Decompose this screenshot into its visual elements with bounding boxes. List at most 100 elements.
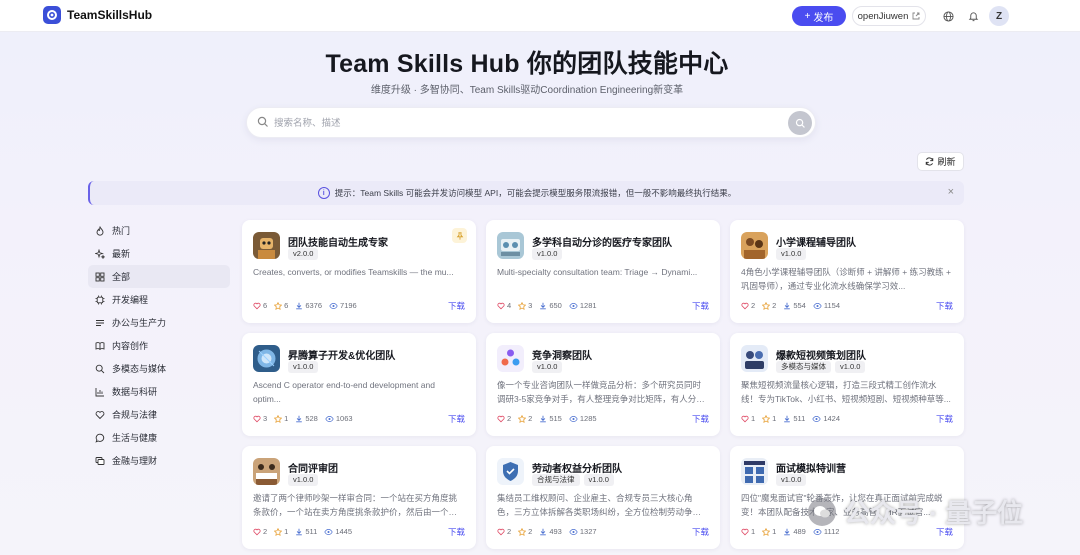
card-description: 像一个专业咨询团队一样做竞品分析：多个研究员同时调研3-5家竞争对手，有人整理竞…: [497, 380, 702, 404]
download-button[interactable]: 下载: [936, 300, 953, 312]
publish-label: 发布: [813, 12, 834, 24]
search-input[interactable]: [274, 115, 774, 131]
view-count: 7196: [329, 301, 357, 310]
download-button[interactable]: 下载: [936, 413, 953, 425]
download-count-value: 554: [793, 301, 806, 310]
like-count[interactable]: 3: [253, 414, 267, 423]
sidebar-item-life[interactable]: 生活与健康: [88, 426, 230, 449]
skill-card[interactable]: 爆款短视频策划团队 多模态与媒体 v1.0.0 聚焦短视频流量核心逻辑，打造三段式…: [730, 333, 964, 436]
card-tags: v2.0.0: [288, 248, 319, 260]
top-bar: TeamSkillsHub + 发布 openJiuwen Z: [0, 0, 1080, 32]
refresh-button[interactable]: 刷新: [917, 152, 964, 171]
download-count-value: 528: [305, 414, 318, 423]
skill-card[interactable]: 团队技能自动生成专家 v2.0.0 Creates, converts, or …: [242, 220, 476, 323]
card-title[interactable]: 昇腾算子开发&优化团队: [288, 347, 395, 362]
star-count[interactable]: 2: [762, 301, 776, 310]
card-title[interactable]: 爆款短视频策划团队: [776, 347, 866, 362]
refresh-icon: [926, 157, 934, 166]
download-button[interactable]: 下载: [692, 300, 709, 312]
sidebar-item-latest[interactable]: 最新: [88, 242, 230, 265]
avatar[interactable]: Z: [989, 6, 1009, 26]
sidebar-item-finance[interactable]: 金融与理财: [88, 449, 230, 472]
like-count[interactable]: 1: [741, 527, 755, 536]
like-count[interactable]: 2: [497, 527, 511, 536]
star-icon: [518, 414, 527, 423]
download-button[interactable]: 下载: [448, 300, 465, 312]
star-count[interactable]: 1: [762, 527, 776, 536]
like-count[interactable]: 2: [741, 301, 755, 310]
sidebar-item-label: 生活与健康: [112, 433, 158, 443]
like-count[interactable]: 2: [253, 527, 267, 536]
sidebar-item-media[interactable]: 多模态与媒体: [88, 357, 230, 380]
download-button[interactable]: 下载: [692, 526, 709, 538]
download-count: 554: [783, 301, 806, 310]
view-count-value: 1281: [579, 301, 597, 310]
card-title[interactable]: 竞争洞察团队: [532, 347, 592, 362]
sidebar-item-label: 开发编程: [112, 295, 149, 305]
card-title[interactable]: 劳动者权益分析团队: [532, 460, 622, 475]
card-title[interactable]: 多学科自动分诊的医疗专家团队: [532, 234, 672, 249]
download-icon: [296, 415, 303, 422]
star-count[interactable]: 2: [518, 527, 532, 536]
download-count: 511: [783, 414, 805, 423]
star-count[interactable]: 1: [274, 527, 288, 536]
sidebar-item-data[interactable]: 数据与科研: [88, 380, 230, 403]
like-count-value: 6: [263, 301, 268, 310]
card-title[interactable]: 小学课程辅导团队: [776, 234, 856, 249]
view-count-value: 1063: [335, 414, 353, 423]
sidebar-item-content[interactable]: 内容创作: [88, 334, 230, 357]
github-user-button[interactable]: openJiuwen: [852, 6, 926, 26]
close-icon[interactable]: ×: [948, 186, 954, 198]
sidebar-item-hot[interactable]: 热门: [88, 219, 230, 242]
skill-card[interactable]: 劳动者权益分析团队 合规与法律 v1.0.0 集结员工维权顾问、企业雇主、合规专员…: [486, 446, 720, 549]
username: openJiuwen: [857, 10, 909, 22]
card-tag: v1.0.0: [835, 361, 866, 373]
like-count[interactable]: 4: [497, 301, 511, 310]
sidebar-item-legal[interactable]: 合规与法律: [88, 403, 230, 426]
heart-icon: [497, 415, 505, 422]
publish-button[interactable]: + 发布: [792, 6, 846, 26]
like-count[interactable]: 2: [497, 414, 511, 423]
star-count[interactable]: 6: [274, 301, 288, 310]
download-button[interactable]: 下载: [448, 526, 465, 538]
card-title[interactable]: 面试模拟特训营: [776, 460, 846, 475]
heart-icon: [95, 410, 105, 419]
like-count[interactable]: 1: [741, 414, 755, 423]
sidebar-item-office[interactable]: 办公与生产力: [88, 311, 230, 334]
download-count-value: 6376: [305, 301, 323, 310]
star-count[interactable]: 2: [518, 414, 532, 423]
sidebar-item-label: 数据与科研: [112, 387, 158, 397]
card-tag: v1.0.0: [532, 361, 563, 373]
card-title[interactable]: 合同评审团: [288, 460, 338, 475]
download-button[interactable]: 下载: [692, 413, 709, 425]
search-submit-button[interactable]: [788, 111, 812, 135]
card-title[interactable]: 团队技能自动生成专家: [288, 234, 388, 249]
sidebar-item-label: 最新: [112, 249, 131, 259]
like-count-value: 1: [751, 527, 756, 536]
heart-icon: [741, 302, 749, 309]
skill-card[interactable]: 多学科自动分诊的医疗专家团队 v1.0.0 Multi-specialty co…: [486, 220, 720, 323]
brand-logo[interactable]: TeamSkillsHub: [43, 6, 152, 24]
sidebar-item-dev[interactable]: 开发编程: [88, 288, 230, 311]
download-button[interactable]: 下载: [448, 413, 465, 425]
like-count[interactable]: 6: [253, 301, 267, 310]
like-count-value: 2: [507, 527, 512, 536]
skill-card[interactable]: 合同评审团 v1.0.0 邀请了两个律师吵架一样审合同：一个站在买方角度挑条款价…: [242, 446, 476, 549]
star-count[interactable]: 1: [274, 414, 288, 423]
heart-icon: [741, 415, 749, 422]
heart-icon: [253, 528, 261, 535]
eye-icon: [569, 528, 578, 535]
star-count[interactable]: 1: [762, 414, 776, 423]
view-count: 1154: [813, 301, 840, 310]
language-button[interactable]: [939, 7, 957, 25]
skill-card[interactable]: 小学课程辅导团队 v1.0.0 4角色小学课程辅导团队（诊断师 + 讲解师 + …: [730, 220, 964, 323]
download-icon: [784, 302, 791, 309]
star-count[interactable]: 3: [518, 301, 532, 310]
notification-button[interactable]: [964, 7, 982, 25]
skill-card[interactable]: 竞争洞察团队 v1.0.0 像一个专业咨询团队一样做竞品分析：多个研究员同时调研…: [486, 333, 720, 436]
sidebar-item-all[interactable]: 全部: [88, 265, 230, 288]
card-tag: v2.0.0: [288, 248, 319, 260]
card-stats: 2 2 493 1327: [497, 527, 597, 536]
skill-card[interactable]: 昇腾算子开发&优化团队 v1.0.0 Ascend C operator end…: [242, 333, 476, 436]
download-count-value: 650: [549, 301, 562, 310]
